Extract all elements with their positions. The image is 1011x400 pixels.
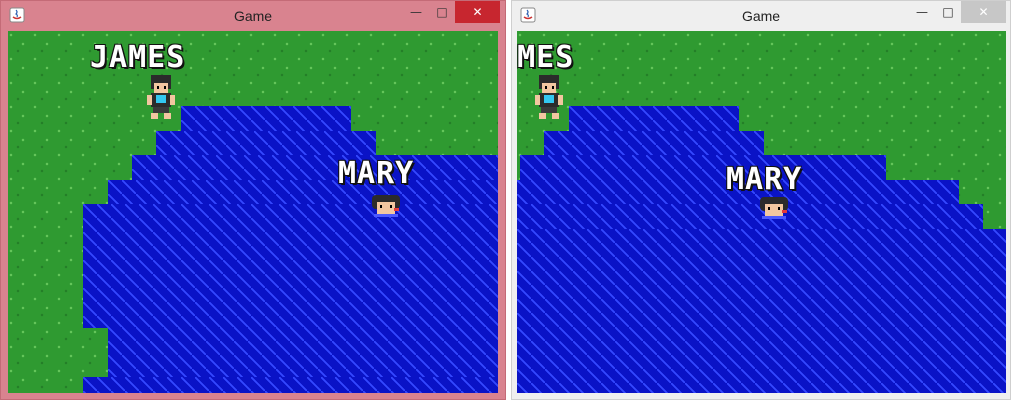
maximize-button[interactable]: □ (429, 1, 455, 23)
player-name-james: JAMES (90, 40, 186, 75)
maximize-icon: □ (942, 5, 954, 19)
player-mary-sprite (760, 197, 788, 219)
maximize-button[interactable]: □ (935, 1, 961, 23)
lake (108, 327, 498, 379)
minimize-button[interactable]: — (909, 1, 935, 23)
close-button[interactable]: ✕ (455, 1, 500, 23)
player-james-sprite (147, 75, 175, 119)
player-name-mary: MARY (338, 156, 415, 191)
game-window-1: Game — □ ✕ JAMES MARY (0, 0, 506, 400)
close-icon: ✕ (978, 5, 989, 19)
player-name-mary: MARY (726, 162, 803, 197)
lake (83, 204, 498, 328)
game-canvas[interactable]: JAMES MARY (8, 31, 498, 393)
close-button[interactable]: ✕ (961, 1, 1006, 23)
game-window-2: Game — □ ✕ JAMES MARY (511, 0, 1011, 400)
minimize-icon: — (916, 5, 928, 19)
player-name-james: JAMES (517, 40, 575, 75)
lake (517, 204, 983, 230)
player-mary-sprite (372, 195, 400, 217)
lake (517, 229, 1006, 393)
minimize-icon: — (410, 5, 422, 19)
player-james-sprite (535, 75, 563, 119)
title-bar[interactable]: Game — □ ✕ (1, 1, 505, 31)
game-canvas[interactable]: JAMES MARY (517, 31, 1006, 393)
lake (83, 377, 498, 393)
minimize-button[interactable]: — (403, 1, 429, 23)
title-bar[interactable]: Game — □ ✕ (512, 1, 1010, 31)
maximize-icon: □ (436, 5, 448, 19)
close-icon: ✕ (472, 5, 483, 19)
